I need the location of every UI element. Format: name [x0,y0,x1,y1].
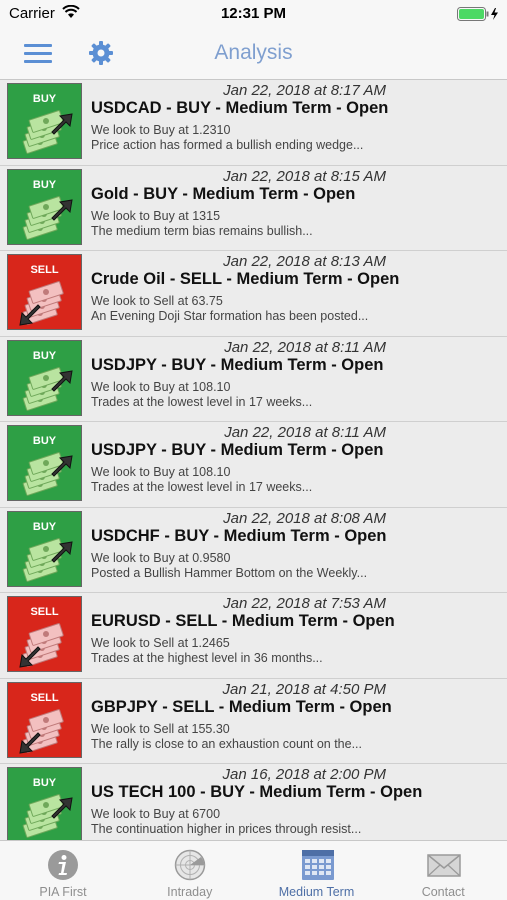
money-up-arrow-icon [22,110,73,154]
sell-signal-thumbnail: SELL [7,596,82,672]
item-summary: Trades at the highest level in 36 months… [91,651,323,665]
signal-label: BUY [32,520,57,533]
list-item-8[interactable]: SELL Jan 21, 2018 at 4:50 PM GBPJPY - SE… [0,678,507,764]
item-entry: We look to Sell at 63.75 [91,294,223,308]
nav-bar: Analysis [0,28,507,80]
tab-pia-first[interactable]: PIA First [0,841,126,900]
list-item-5[interactable]: BUY Jan 22, 2018 at 8:11 AM USDJPY - BUY… [0,422,507,508]
tab-bar: PIA First Intraday Medium Term Contact [0,840,507,900]
item-title: USDCAD - BUY - Medium Term - Open [91,99,389,117]
item-summary: An Evening Doji Star formation has been … [91,309,369,323]
signal-label: BUY [32,777,57,789]
item-summary: Trades at the lowest level in 17 weeks..… [91,394,313,409]
money-up-arrow-icon [22,794,73,838]
tab-label: Contact [421,885,465,899]
item-date: Jan 22, 2018 at 8:11 AM [224,338,386,356]
item-title: US TECH 100 - BUY - Medium Term - Open [91,783,423,801]
tab-medium-term[interactable]: Medium Term [254,841,380,900]
money-down-arrow-icon [19,281,64,326]
buy-signal-thumbnail: BUY [7,168,82,245]
list-item-1[interactable]: BUY Jan 22, 2018 at 8:17 AM USDCAD - BUY… [0,80,507,166]
radar-icon [174,849,206,881]
buy-signal-thumbnail: BUY [7,425,82,501]
item-date: Jan 22, 2018 at 8:15 AM [223,167,386,185]
tab-intraday[interactable]: Intraday [127,841,253,900]
item-entry: We look to Buy at 1315 [91,208,221,223]
item-title: USDJPY - BUY - Medium Term - Open [91,355,384,374]
calendar-icon [301,849,334,881]
item-entry: We look to Buy at 108.10 [91,379,231,394]
money-up-arrow-icon [22,366,73,411]
item-date: Jan 22, 2018 at 8:17 AM [223,82,386,99]
signal-label: SELL [30,691,59,704]
signal-label: SELL [30,606,59,618]
signal-label: BUY [32,349,57,362]
item-title: Crude Oil - SELL - Medium Term - Open [91,270,400,288]
item-summary: The continuation higher in prices throug… [91,822,362,836]
signal-label: SELL [30,264,59,276]
item-summary: Trades at the lowest level in 17 weeks..… [91,480,313,494]
status-time: 12:31 PM [220,5,287,22]
buy-signal-thumbnail: BUY [7,339,82,416]
item-summary: The medium term bias remains bullish... [91,223,313,238]
item-entry: We look to Sell at 1.2465 [91,636,230,650]
info-icon [47,849,79,881]
tab-label: PIA First [39,885,87,899]
tab-label: Intraday [167,885,213,899]
page-title: Analysis [214,41,293,64]
item-date: Jan 22, 2018 at 7:53 AM [223,595,386,612]
item-summary: The rally is close to an exhaustion coun… [91,736,362,751]
tab-contact[interactable]: Contact [380,841,506,900]
analysis-list: BUY Jan 22, 2018 at 8:17 AM USDCAD - BUY… [0,80,507,840]
money-down-arrow-icon [19,623,64,668]
signal-label: BUY [32,93,57,105]
item-summary: Price action has formed a bullish ending… [91,138,364,152]
item-title: Gold - BUY - Medium Term - Open [91,184,356,203]
envelope-icon [427,849,461,881]
tab-label: Medium Term [278,885,355,899]
item-entry: We look to Buy at 0.9580 [91,550,231,565]
buy-signal-thumbnail: BUY [7,510,82,587]
buy-signal-thumbnail: BUY [7,767,82,840]
item-summary: Posted a Bullish Hammer Bottom on the We… [91,565,368,580]
buy-signal-thumbnail: BUY [7,83,82,159]
money-up-arrow-icon [22,195,73,240]
item-date: Jan 21, 2018 at 4:50 PM [222,680,386,698]
item-date: Jan 16, 2018 at 2:00 PM [222,766,386,783]
item-entry: We look to Buy at 108.10 [91,465,231,479]
money-up-arrow-icon [22,452,73,496]
item-date: Jan 22, 2018 at 8:08 AM [223,509,386,527]
item-title: EURUSD - SELL - Medium Term - Open [91,612,395,630]
list-item-9[interactable]: BUY Jan 16, 2018 at 2:00 PM US TECH 100 … [0,764,507,840]
item-entry: We look to Buy at 6700 [91,807,221,821]
sell-signal-thumbnail: SELL [7,254,82,330]
status-bar: Carrier 12:31 PM [0,0,507,28]
item-entry: We look to Buy at 1.2310 [91,123,231,137]
item-title: GBPJPY - SELL - Medium Term - Open [91,697,392,716]
signal-label: BUY [32,435,57,447]
sell-signal-thumbnail: SELL [7,681,82,758]
item-title: USDCHF - BUY - Medium Term - Open [91,526,387,545]
list-item-4[interactable]: BUY Jan 22, 2018 at 8:11 AM USDJPY - BUY… [0,336,507,422]
item-date: Jan 22, 2018 at 8:11 AM [224,424,386,441]
list-item-3[interactable]: SELL Jan 22, 2018 at 8:13 AM Crude Oil -… [0,251,507,337]
list-item-2[interactable]: BUY Jan 22, 2018 at 8:15 AM Gold - BUY -… [0,165,507,251]
item-title: USDJPY - BUY - Medium Term - Open [91,441,384,459]
item-date: Jan 22, 2018 at 8:13 AM [223,253,386,270]
money-down-arrow-icon [19,708,64,754]
battery-icon [457,7,503,26]
list-item-7[interactable]: SELL Jan 22, 2018 at 7:53 AM EURUSD - SE… [0,593,507,679]
money-up-arrow-icon [22,537,73,582]
signal-label: BUY [32,178,57,191]
list-item-6[interactable]: BUY Jan 22, 2018 at 8:08 AM USDCHF - BUY… [0,507,507,593]
item-entry: We look to Sell at 155.30 [91,721,230,736]
